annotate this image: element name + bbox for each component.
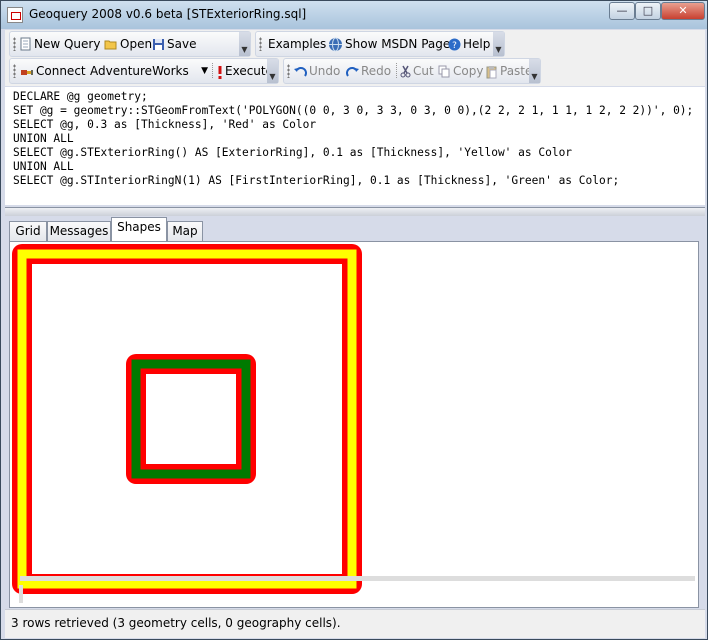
code-line: SET @g = geometry::STGeomFromText('POLYG… [13,104,694,117]
paste-button[interactable]: Paste [486,62,532,81]
paste-label: Paste [500,64,533,78]
svg-text:?: ? [452,41,457,51]
tab-map[interactable]: Map [167,221,203,241]
toolbar-overflow-button[interactable]: ▼ [493,32,504,56]
show-msdn-label: Show MSDN Page [345,37,451,51]
tab-shapes[interactable]: Shapes [111,217,167,241]
tab-label: Shapes [117,220,161,234]
toolbar-overflow-button[interactable]: ▼ [529,59,540,83]
status-bar: 3 rows retrieved (3 geometry cells, 0 ge… [5,609,705,638]
help-toolbar: Examples Show MSDN Page ? Help ▼ [255,31,505,57]
new-query-label: New Query [34,37,101,51]
undo-label: Undo [309,64,341,78]
polygon-shape [12,244,362,594]
connect-icon [21,69,33,75]
tab-label: Map [172,224,198,238]
save-label: Save [167,37,197,51]
save-button[interactable]: Save [152,35,196,54]
maximize-button[interactable]: □ [635,2,661,20]
window-title: Geoquery 2008 v0.6 beta [STExteriorRing.… [29,7,307,21]
connect-label: Connect [36,64,86,78]
execute-label: Execute [225,64,273,78]
chevron-down-icon: ▼ [201,66,208,76]
open-button[interactable]: Open [104,35,152,54]
examples-button[interactable]: Examples [268,35,326,54]
copy-icon [438,65,450,78]
results-tabs: Grid Messages Shapes Map [9,217,699,241]
sql-editor[interactable]: DECLARE @g geometry; SET @g = geometry::… [5,87,705,205]
undo-icon [294,66,307,77]
cut-label: Cut [413,64,434,78]
help-button[interactable]: ? Help [448,35,490,54]
code-line: UNION ALL [13,132,74,145]
code-line: SELECT @g.STExteriorRing() AS [ExteriorR… [13,146,573,159]
title-bar: Geoquery 2008 v0.6 beta [STExteriorRing.… [1,1,707,29]
open-label: Open [120,37,153,51]
code-line: SELECT @g, 0.3 as [Thickness], 'Red' as … [13,118,317,131]
examples-label: Examples [268,37,327,51]
vertical-scrollbar[interactable] [19,585,23,603]
toolbar-grip[interactable] [259,37,262,51]
redo-label: Redo [361,64,392,78]
paste-icon [486,65,497,78]
toolbar-grip[interactable] [13,64,16,78]
help-icon: ? [448,38,461,51]
toolbar-grip[interactable] [13,37,16,51]
code-line: DECLARE @g geometry; [13,90,148,103]
cut-icon [400,65,411,78]
toolbar-grip[interactable] [287,64,290,78]
pane-splitter[interactable] [5,207,705,216]
new-query-icon [20,37,31,51]
code-line: UNION ALL [13,160,74,173]
horizontal-scrollbar[interactable] [20,576,695,581]
exterior-ring-shape [17,249,357,589]
globe-icon [329,37,342,52]
app-window: Geoquery 2008 v0.6 beta [STExteriorRing.… [0,0,708,640]
file-toolbar: New Query Open Save ▼ [9,31,251,57]
execute-icon [218,65,222,79]
tab-grid[interactable]: Grid [9,221,47,241]
database-value: AdventureWorks [90,64,189,78]
execute-button[interactable]: Execute [217,62,273,81]
show-msdn-button[interactable]: Show MSDN Page [328,35,450,54]
shapes-panel [9,241,699,608]
tab-label: Messages [49,224,109,238]
edit-toolbar: Undo Redo Cut Copy Paste ▼ [283,58,541,84]
shapes-canvas [12,244,362,594]
new-query-button[interactable]: New Query [20,35,100,54]
toolbar-area: New Query Open Save ▼ Examples Show MSDN… [5,30,705,86]
help-label: Help [463,37,491,51]
copy-label: Copy [453,64,484,78]
app-icon [7,7,23,23]
copy-button[interactable]: Copy [438,62,483,81]
interior-ring-shape [131,359,251,479]
toolbar-separator [212,63,213,79]
redo-button[interactable]: Redo [346,62,391,81]
connect-button[interactable]: Connect [20,62,86,81]
save-disk-icon [153,39,164,50]
database-select[interactable]: AdventureWorks ▼ [90,62,208,81]
status-text: 3 rows retrieved (3 geometry cells, 0 ge… [11,616,341,630]
query-toolbar: Connect AdventureWorks ▼ Execute ▼ [9,58,279,84]
close-button[interactable]: ✕ [661,2,705,20]
undo-button[interactable]: Undo [294,62,340,81]
open-folder-icon [104,40,117,50]
tab-label: Grid [15,224,41,238]
toolbar-overflow-button[interactable]: ▼ [239,32,250,56]
redo-icon [346,66,359,77]
code-line: SELECT @g.STInteriorRingN(1) AS [FirstIn… [13,174,620,187]
toolbar-separator [396,63,397,79]
minimize-button[interactable]: — [609,2,635,20]
polygon-fill-outer [22,254,352,584]
toolbar-overflow-button[interactable]: ▼ [267,59,278,83]
tab-messages[interactable]: Messages [47,221,111,241]
cut-button[interactable]: Cut [400,62,434,81]
